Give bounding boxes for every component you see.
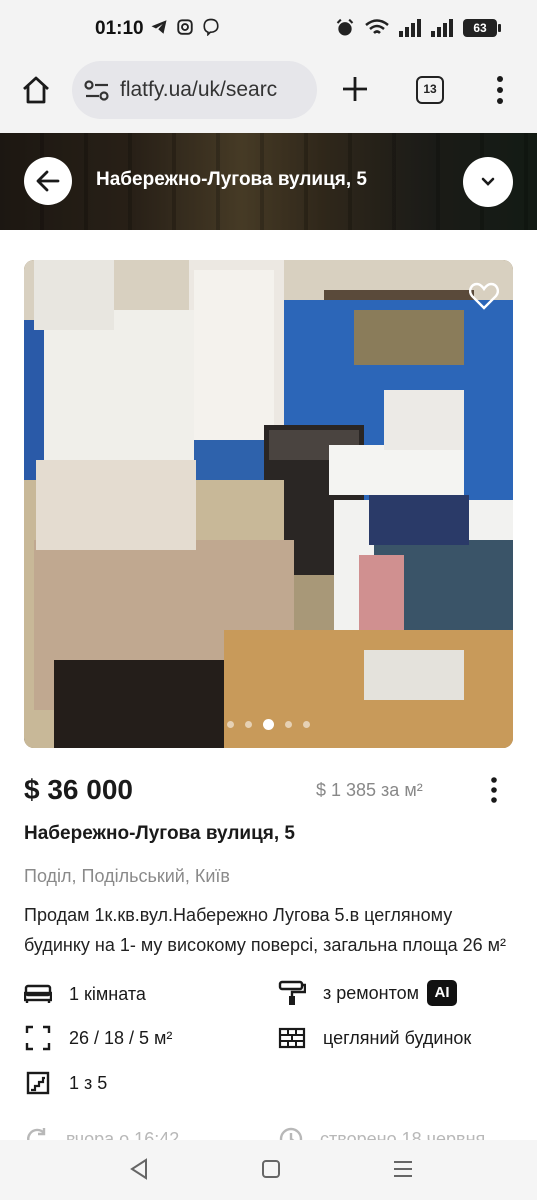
battery-icon: 63 [463, 19, 501, 37]
site-settings-icon[interactable] [84, 79, 110, 103]
url-text[interactable]: flatfy.ua/uk/searc [120, 78, 308, 102]
alarm-icon [336, 18, 354, 36]
instagram-icon [177, 19, 193, 35]
kitchen-photo-image [24, 260, 513, 748]
listing-photo[interactable] [24, 260, 513, 748]
listing-description: Продам 1к.кв.вул.Набережно Лугова 5.в це… [24, 905, 507, 955]
timestamps-row: вчора о 16:42 створено 18 червня [0, 1120, 537, 1142]
paint-roller-icon [278, 980, 306, 1005]
ai-badge[interactable]: AI [427, 980, 458, 1006]
gallery-dot[interactable] [285, 721, 292, 728]
feature-building-text: цегляний будинок [323, 1027, 472, 1048]
stairs-icon [24, 1071, 52, 1095]
listing-price: $ 36 000 [24, 774, 133, 805]
favorite-heart-icon[interactable] [469, 282, 499, 310]
brick-wall-icon [278, 1026, 306, 1050]
address-bar[interactable]: flatfy.ua/uk/searc [72, 61, 317, 119]
browser-toolbar: flatfy.ua/uk/searc 13 [0, 60, 537, 133]
nav-back-icon[interactable] [126, 1156, 152, 1182]
feature-rooms: 1 кімната [24, 982, 146, 1006]
status-bar: 01:10 63 [0, 0, 537, 60]
gallery-dot[interactable] [303, 721, 310, 728]
status-time: 01:10 [95, 18, 144, 39]
feature-area-text: 26 / 18 / 5 м² [69, 1027, 173, 1048]
feature-building: цегляний будинок [278, 1026, 471, 1050]
new-tab-icon[interactable] [340, 74, 370, 104]
chevron-down-icon [481, 177, 495, 186]
home-icon[interactable] [20, 74, 52, 106]
feature-floor: 1 з 5 [24, 1071, 107, 1095]
listing-address[interactable]: Набережно-Лугова вулиця, 5 [24, 823, 295, 845]
signal-icon [399, 19, 421, 37]
gallery-dot-active[interactable] [263, 719, 274, 730]
feature-renovation-text: з ремонтом [323, 982, 420, 1003]
signal-icon [431, 19, 453, 37]
tab-switcher-button[interactable]: 13 [416, 76, 444, 104]
browser-menu-icon[interactable] [492, 74, 508, 106]
gallery-pagination [24, 719, 513, 730]
system-icons: 63 [335, 18, 501, 38]
nav-home-icon[interactable] [258, 1156, 284, 1182]
feature-renovation: з ремонтом AI [278, 980, 458, 1006]
expand-button[interactable] [463, 157, 513, 207]
system-navigation-bar [0, 1140, 537, 1200]
header-title: Набережно-Лугова вулиця, 5 [96, 169, 368, 190]
listing-header: Набережно-Лугова вулиця, 5 [0, 133, 537, 230]
notification-icons [150, 18, 220, 36]
feature-area: 26 / 18 / 5 м² [24, 1025, 173, 1051]
gallery-dot[interactable] [245, 721, 252, 728]
wifi-icon [365, 19, 389, 34]
price-per-m2: $ 1 385 за м² [316, 780, 423, 800]
area-frame-icon [24, 1025, 52, 1051]
gallery-dot[interactable] [227, 721, 234, 728]
more-options-icon[interactable] [487, 776, 501, 804]
viber-icon [203, 18, 219, 36]
nav-recents-icon[interactable] [390, 1156, 416, 1182]
telegram-icon [151, 20, 167, 34]
feature-floor-text: 1 з 5 [69, 1072, 108, 1093]
listing-location: Поділ, Подільський, Київ [24, 866, 230, 886]
back-button[interactable] [24, 157, 72, 205]
feature-rooms-text: 1 кімната [69, 983, 146, 1004]
bed-icon [24, 982, 52, 1006]
arrow-left-icon [36, 170, 60, 192]
